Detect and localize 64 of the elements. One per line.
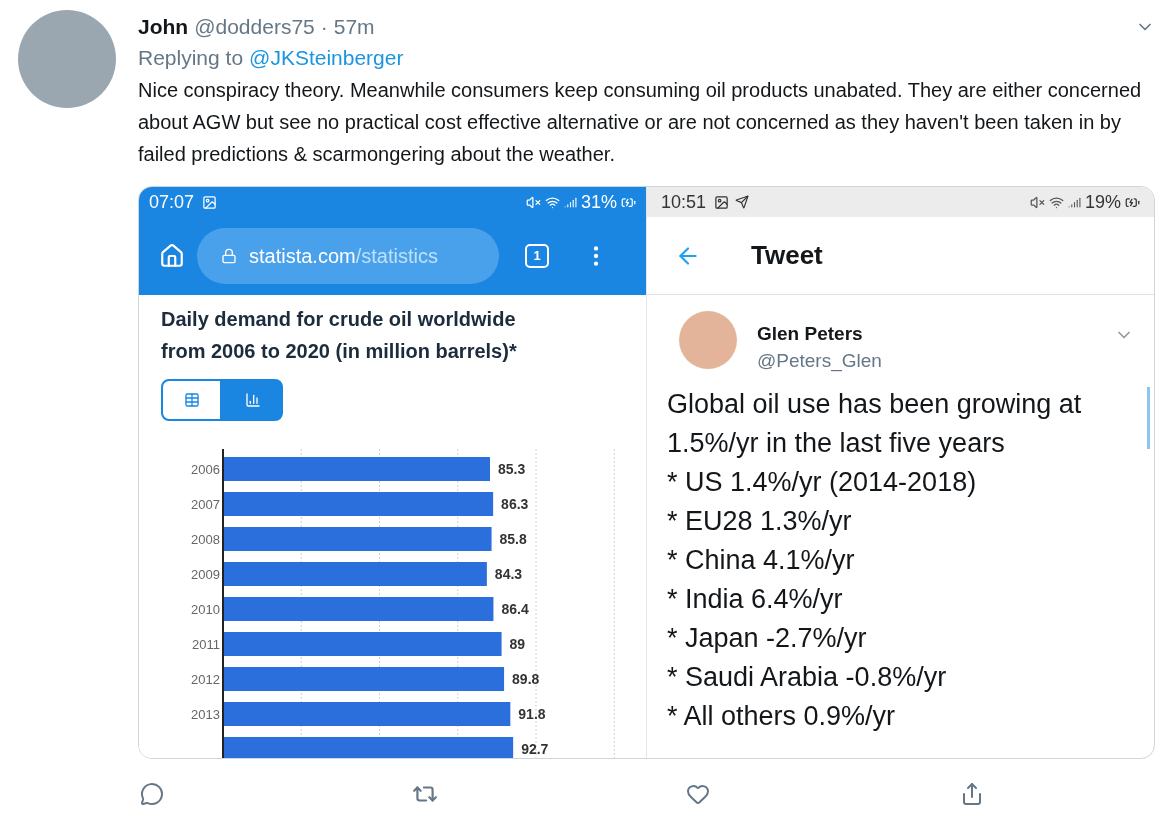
value-label: 89	[509, 636, 526, 652]
reply-icon[interactable]	[140, 782, 164, 806]
tweet-text-line: * Saudi Arabia -0.8%/yr	[667, 661, 948, 694]
tweet-text: Nice conspiracy theory. Meanwhile consumers keep consuming oil products unabated. They are either concerned about AGW but see no practical cost effective alternative or are not concerned as they haven't been taken in by failed predictions & scarmongering about the weather.	[138, 78, 1143, 167]
year-label: 2007	[191, 497, 220, 512]
image-icon	[714, 194, 730, 210]
value-label: 86.3	[501, 496, 529, 512]
author-handle: @Peters_Glen	[757, 349, 882, 374]
replying-to-link[interactable]: @JKSteinberger	[249, 42, 404, 74]
tweet-text-line: * China 4.1%/yr	[667, 544, 856, 577]
wifi-icon	[1048, 194, 1064, 210]
table-view-tab[interactable]	[161, 379, 222, 421]
wifi-icon	[544, 194, 560, 210]
tweet-text-line: * Japan -2.7%/yr	[667, 622, 868, 655]
author-handle[interactable]: @dodders75	[194, 12, 315, 42]
header-title: Tweet	[751, 239, 823, 272]
url-text: statista.com/statistics	[249, 244, 438, 269]
bar-chart-icon	[244, 392, 261, 408]
year-label: 2009	[191, 567, 220, 582]
tweet-time[interactable]: 57m	[333, 12, 375, 42]
share-icon[interactable]	[960, 782, 984, 806]
mute-icon	[1029, 194, 1045, 210]
battery-percent: 31%	[580, 190, 617, 214]
year-label: 2013	[191, 707, 220, 722]
year-label: 2010	[191, 602, 220, 617]
chart-title: from 2006 to 2020 (in million barrels)*	[161, 339, 518, 364]
chart-title: Daily demand for crude oil worldwide	[161, 307, 517, 332]
tweet-text-line: * EU28 1.3%/yr	[667, 505, 853, 538]
year-label: 2012	[191, 672, 220, 687]
value-label: 85.3	[498, 461, 526, 477]
tweet-text-line: * All others 0.9%/yr	[667, 700, 897, 733]
chart-view-tab[interactable]	[222, 379, 283, 421]
tweet-text-line: Global oil use has been growing at	[667, 388, 1083, 421]
tweet-text-line: * US 1.4%/yr (2014-2018)	[667, 466, 978, 499]
mute-icon	[525, 194, 541, 210]
value-label: 85.8	[499, 531, 527, 547]
battery-percent: 19%	[1084, 190, 1121, 214]
author-name[interactable]: John	[138, 12, 189, 42]
home-icon[interactable]	[159, 243, 185, 269]
lock-icon	[221, 248, 237, 264]
replying-label: Replying to	[138, 45, 244, 71]
signal-icon	[1067, 195, 1081, 209]
tweet-text-line: * India 6.4%/yr	[667, 583, 844, 616]
image-frame[interactable]	[138, 186, 1155, 759]
url-bar[interactable]: statista.com/statistics	[197, 228, 499, 284]
tab-count-button[interactable]: 1	[525, 244, 549, 268]
value-label: 92.7	[521, 741, 549, 757]
value-label: 84.3	[494, 566, 523, 582]
year-label: 2006	[191, 462, 220, 477]
like-icon[interactable]	[686, 782, 710, 806]
value-label: 86.4	[501, 601, 529, 617]
year-label: 2011	[192, 637, 220, 652]
table-icon	[183, 392, 200, 408]
tweet-text-line: 1.5%/yr in the last five years	[667, 427, 1006, 460]
status-time: 07:07	[149, 190, 195, 214]
image-icon	[202, 194, 218, 210]
year-label: 2008	[191, 532, 220, 547]
value-label: 91.8	[518, 706, 546, 722]
value-label: 89.8	[512, 671, 540, 687]
signal-icon	[563, 195, 577, 209]
status-time: 10:51	[661, 190, 707, 214]
separator: ·	[320, 14, 328, 40]
scrollbar	[1147, 387, 1150, 449]
author-name[interactable]: Glen Peters	[757, 321, 882, 347]
